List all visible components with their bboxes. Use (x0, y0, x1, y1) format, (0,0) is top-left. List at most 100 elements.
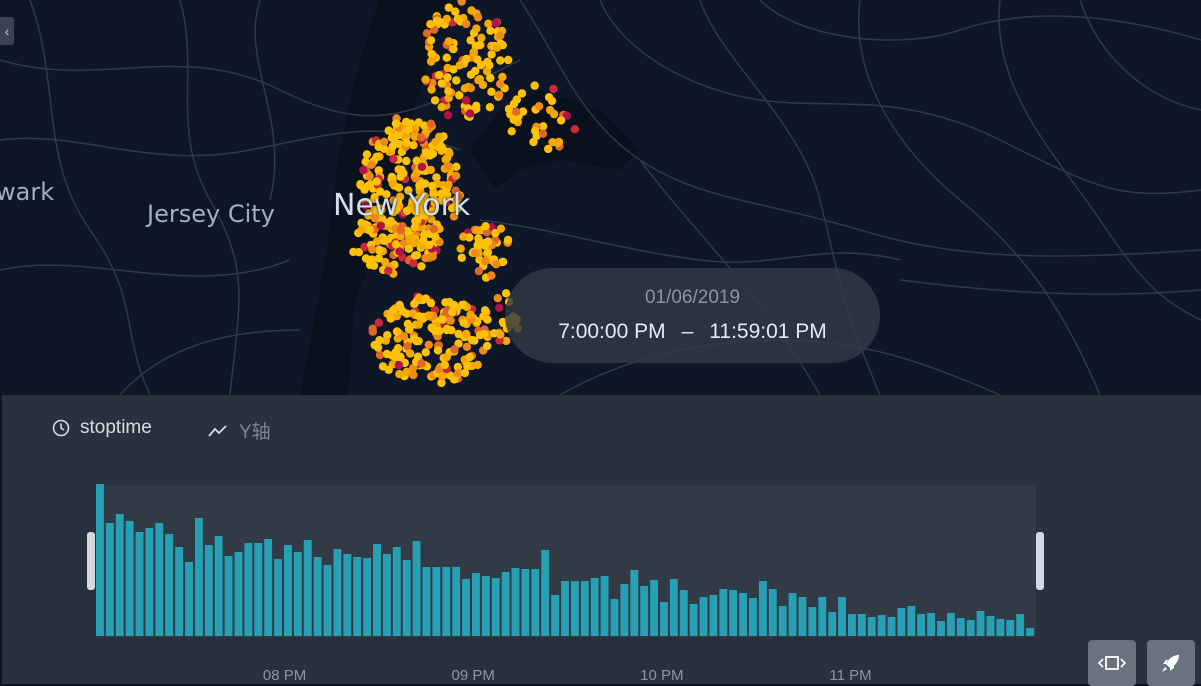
trip-point (507, 127, 516, 136)
speed-button[interactable] (1147, 640, 1195, 686)
trip-point (384, 266, 393, 275)
trip-point (449, 44, 458, 54)
trip-point (403, 341, 412, 351)
histogram-bar (145, 528, 154, 636)
trip-point (503, 235, 513, 245)
trip-point (462, 19, 471, 29)
trip-point (405, 234, 415, 243)
trip-point (455, 91, 464, 100)
trip-point (425, 151, 435, 160)
trip-point (421, 253, 430, 263)
trip-point (486, 26, 495, 35)
histogram-bar (224, 556, 233, 636)
histogram-bar (650, 580, 658, 636)
trip-point (362, 150, 372, 159)
trip-point (372, 152, 381, 161)
trip-point (431, 232, 440, 241)
trip-point (452, 76, 461, 85)
histogram-bar (125, 521, 134, 636)
histogram-bar (402, 560, 411, 636)
trip-point (369, 261, 379, 270)
trip-point (447, 326, 456, 335)
trip-point (483, 315, 492, 324)
trip-point (391, 119, 401, 128)
histogram-bar (313, 557, 322, 636)
histogram-bar (739, 593, 748, 636)
trip-point (386, 314, 395, 323)
trip-point (534, 102, 544, 111)
trip-point (399, 332, 409, 341)
histogram-bar (284, 545, 292, 636)
histogram-bar (887, 617, 896, 636)
trip-point (478, 80, 488, 90)
time-histogram[interactable] (2, 395, 1201, 684)
histogram-bar (303, 540, 312, 636)
trip-point (553, 138, 562, 148)
histogram-bar (105, 523, 114, 636)
trip-point (456, 244, 465, 253)
trip-point (428, 252, 437, 261)
trip-point (406, 349, 415, 358)
histogram-bar (481, 576, 490, 636)
histogram-bar (155, 523, 164, 636)
histogram-bar (778, 606, 787, 636)
time-filter-panel: stoptime Y轴 08 PM 09 PM 10 PM 11 PM (2, 395, 1201, 686)
histogram-bar (798, 597, 807, 636)
trip-point (485, 61, 494, 70)
trip-point (435, 132, 444, 141)
histogram-bar (709, 595, 718, 636)
city-label-new-york: New York (333, 188, 471, 223)
histogram-bar (590, 578, 599, 636)
trip-point (442, 53, 451, 62)
histogram-bar (986, 616, 995, 636)
window-button[interactable] (1088, 640, 1136, 686)
histogram-bar (937, 621, 945, 636)
histogram-bar (373, 544, 381, 636)
histogram-bar (729, 590, 738, 636)
trip-point (493, 294, 502, 303)
trip-point (421, 75, 430, 84)
trip-point (467, 6, 476, 15)
trip-point (380, 137, 389, 146)
trip-point (530, 126, 540, 136)
histogram-bar (857, 614, 866, 636)
trip-point (465, 109, 475, 118)
histogram-bar (620, 584, 629, 636)
trip-point (451, 171, 461, 180)
histogram-bar (293, 552, 302, 636)
trip-point (409, 259, 418, 268)
x-tick-label: 08 PM (262, 667, 307, 684)
trip-point (434, 71, 444, 80)
trip-point (496, 31, 505, 40)
histogram-bar (244, 543, 253, 636)
trip-point (448, 308, 457, 317)
time-start: 7:00:00 PM (558, 320, 666, 343)
trip-point (509, 99, 519, 109)
chevron-left-icon[interactable]: ‹ (0, 17, 14, 45)
histogram-bar (610, 599, 619, 636)
trip-point (421, 348, 430, 357)
trip-point (420, 230, 429, 240)
range-handle-left[interactable] (87, 532, 95, 590)
trip-point (495, 90, 504, 100)
trip-point (473, 226, 482, 235)
trip-point (438, 315, 447, 324)
range-handle-right[interactable] (1036, 532, 1044, 590)
histogram-bar (323, 565, 332, 636)
trip-point (420, 179, 430, 188)
trip-point (438, 372, 447, 381)
trip-point (383, 331, 392, 340)
map-view[interactable]: wark Jersey City New York ‹ 01/06/2019 7… (0, 0, 1201, 395)
histogram-bar (491, 578, 500, 636)
histogram-bar (501, 572, 510, 636)
trip-point (361, 254, 371, 263)
trip-point (433, 346, 443, 355)
trip-point (549, 84, 558, 94)
trip-point (517, 89, 527, 98)
trip-point (384, 126, 393, 135)
histogram-bar (867, 617, 876, 636)
trip-point (409, 370, 418, 380)
trip-point (470, 248, 480, 258)
trip-point (460, 368, 470, 378)
trip-point (545, 105, 555, 115)
